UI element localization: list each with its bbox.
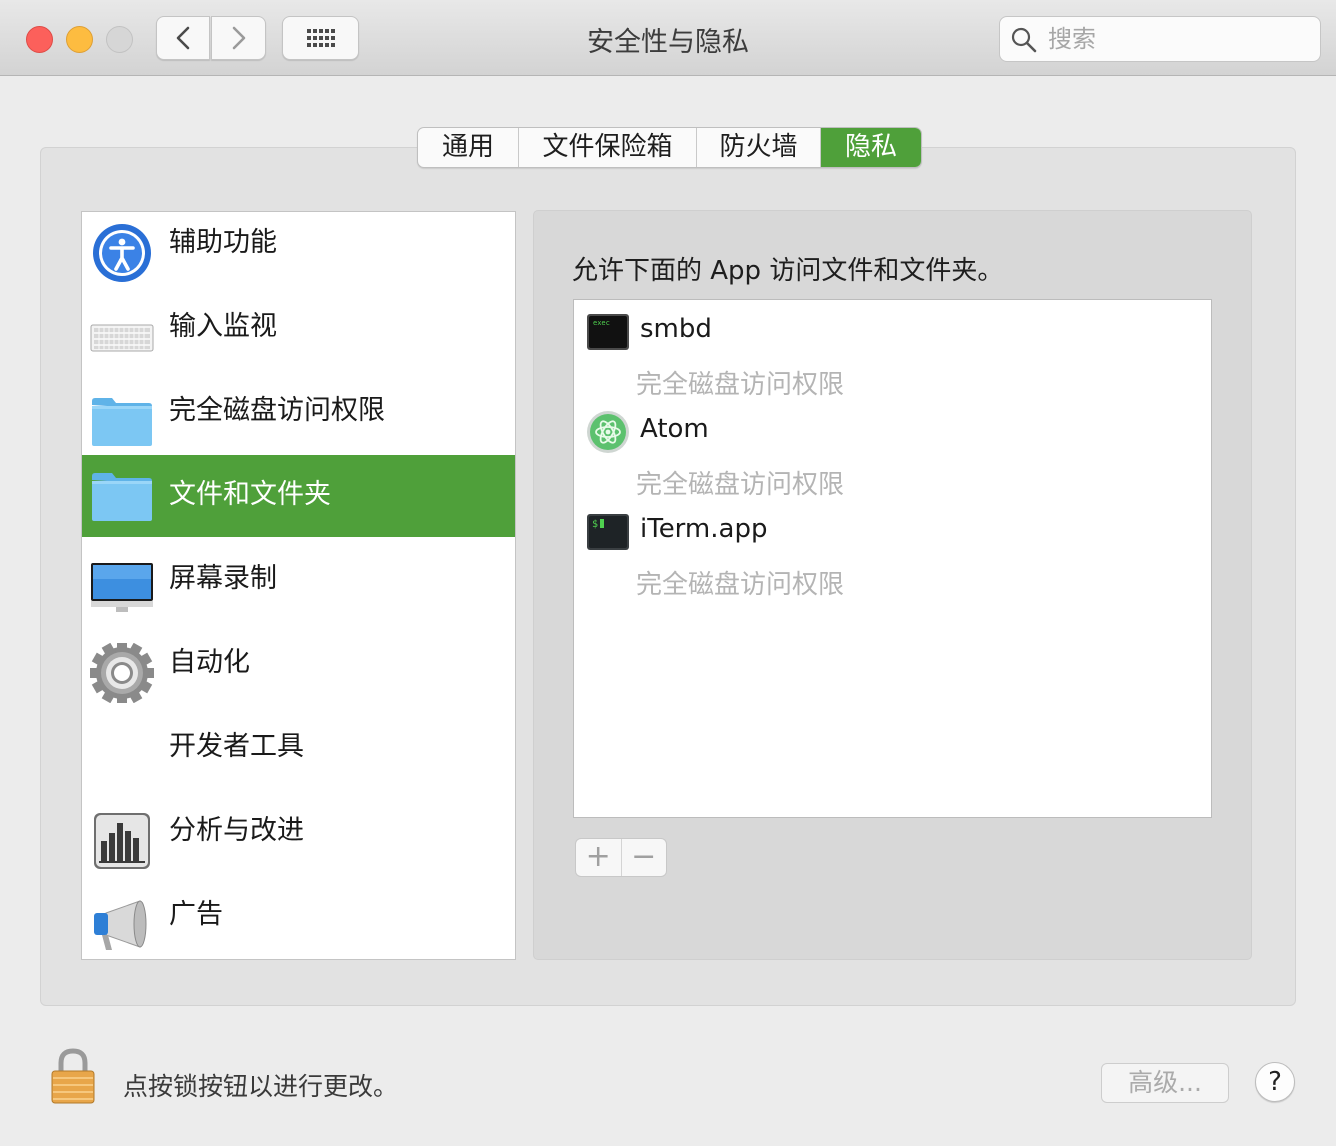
add-button[interactable]: + xyxy=(576,839,622,876)
svg-text:$: $ xyxy=(592,519,598,530)
atom-icon xyxy=(587,411,629,453)
sidebar-item-label: 输入监视 xyxy=(169,311,277,342)
app-name: Atom xyxy=(640,414,709,444)
app-permission: 完全磁盘访问权限 xyxy=(636,470,845,500)
sidebar-item-input-monitoring[interactable]: 输入监视 xyxy=(82,296,515,378)
sidebar-item-label: 分析与改进 xyxy=(169,815,304,846)
sidebar-item-label: 辅助功能 xyxy=(169,227,277,258)
sidebar-item-full-disk-access[interactable]: 完全磁盘访问权限 xyxy=(82,380,515,462)
folder-icon xyxy=(92,398,152,446)
search-input[interactable] xyxy=(1046,19,1310,59)
sidebar-item-label: 广告 xyxy=(169,899,223,930)
accessibility-icon xyxy=(93,224,151,282)
svg-text:exec: exec xyxy=(593,319,610,327)
list-item[interactable]: exec smbd 完全磁盘访问权限 xyxy=(574,300,1211,400)
sidebar-item-accessibility[interactable]: 辅助功能 xyxy=(82,212,515,294)
app-permission: 完全磁盘访问权限 xyxy=(636,370,845,400)
lock-message: 点按锁按钮以进行更改。 xyxy=(123,1072,399,1101)
sidebar-item-automation[interactable]: 自动化 xyxy=(82,632,515,714)
app-name: iTerm.app xyxy=(640,514,768,544)
title-bar: 安全性与隐私 xyxy=(0,0,1336,76)
app-permission: 完全磁盘访问权限 xyxy=(636,570,845,600)
sidebar-item-screen-recording[interactable]: 屏幕录制 xyxy=(82,548,515,630)
search-icon xyxy=(1011,27,1037,53)
sidebar-item-label: 屏幕录制 xyxy=(169,563,277,594)
remove-button[interactable]: − xyxy=(622,839,667,876)
sidebar-item-label: 自动化 xyxy=(169,647,250,678)
display-icon xyxy=(91,563,153,612)
bar-chart-icon xyxy=(94,813,150,869)
app-name: smbd xyxy=(640,314,712,344)
sidebar-item-label: 文件和文件夹 xyxy=(169,479,331,510)
privacy-category-list: 辅助功能 输入监视 完全磁盘访问权限 文件和文件夹 屏幕录制 自动化 开发者工具… xyxy=(81,211,516,960)
tab-bar: 通用 文件保险箱 防火墙 隐私 xyxy=(417,127,922,168)
sidebar-item-label: 开发者工具 xyxy=(169,731,304,762)
help-button[interactable]: ? xyxy=(1255,1062,1295,1102)
search-field[interactable] xyxy=(999,16,1321,62)
tab-general[interactable]: 通用 xyxy=(418,128,519,167)
tab-privacy[interactable]: 隐私 xyxy=(821,128,921,167)
sidebar-item-developer-tools[interactable]: 开发者工具 xyxy=(82,716,515,798)
folder-icon xyxy=(92,473,152,521)
lock-icon[interactable] xyxy=(49,1047,97,1105)
sidebar-item-analytics[interactable]: 分析与改进 xyxy=(82,800,515,882)
advanced-button[interactable]: 高级... xyxy=(1101,1063,1229,1103)
iterm-icon: $ xyxy=(587,514,629,550)
list-item[interactable]: Atom 完全磁盘访问权限 xyxy=(574,400,1211,500)
tab-filevault[interactable]: 文件保险箱 xyxy=(519,128,697,167)
app-list[interactable]: exec smbd 完全磁盘访问权限 Atom 完全磁盘访问权限 $ iTerm… xyxy=(573,299,1212,818)
sidebar-item-files-and-folders[interactable]: 文件和文件夹 xyxy=(82,455,515,537)
keyboard-icon xyxy=(90,324,154,352)
megaphone-icon xyxy=(94,900,147,950)
add-remove-control: + − xyxy=(575,838,667,877)
exec-terminal-icon: exec xyxy=(587,314,629,350)
tab-firewall[interactable]: 防火墙 xyxy=(697,128,821,167)
access-description: 允许下面的 App 访问文件和文件夹。 xyxy=(572,256,1004,286)
sidebar-item-label: 完全磁盘访问权限 xyxy=(169,395,385,426)
sidebar-item-advertising[interactable]: 广告 xyxy=(82,884,515,959)
list-item[interactable]: $ iTerm.app 完全磁盘访问权限 xyxy=(574,500,1211,600)
gear-icon xyxy=(90,643,154,703)
